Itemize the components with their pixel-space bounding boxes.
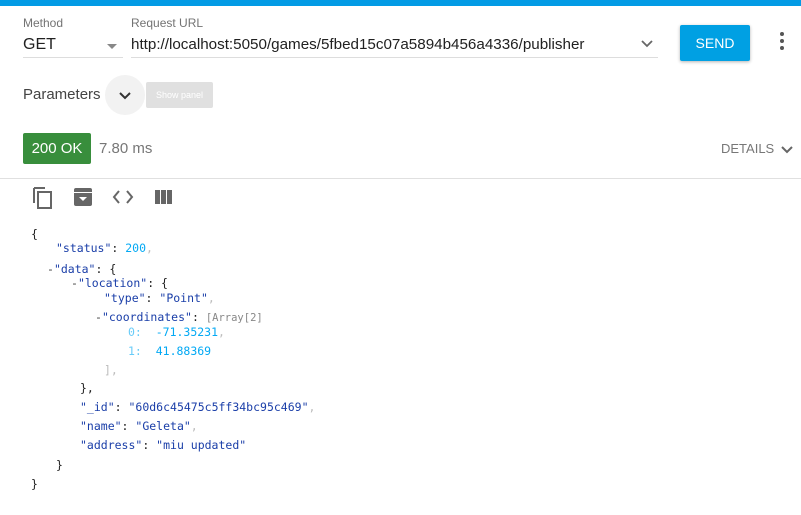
- json-value: 41.88369: [155, 344, 212, 358]
- send-button[interactable]: SEND: [680, 25, 750, 61]
- json-key: "name": [80, 419, 122, 433]
- chevron-down-icon[interactable]: [640, 39, 654, 49]
- collapse-toggle[interactable]: -: [47, 262, 54, 276]
- chevron-down-icon: [781, 145, 793, 153]
- parameters-toggle-button[interactable]: [105, 75, 145, 115]
- json-key: "coordinates": [101, 310, 192, 324]
- copy-icon[interactable]: [32, 186, 54, 210]
- details-label: DETAILS: [721, 141, 775, 156]
- response-time: 7.80 ms: [99, 140, 153, 157]
- url-input[interactable]: http://localhost:5050/games/5fbed15c07a5…: [131, 36, 658, 58]
- dropdown-arrow-icon: [107, 44, 117, 49]
- json-key: "address": [80, 438, 143, 452]
- url-value: http://localhost:5050/games/5fbed15c07a5…: [131, 36, 585, 53]
- top-accent-bar: [0, 0, 801, 6]
- chevron-down-icon: [119, 92, 131, 100]
- json-value: "Geleta": [135, 419, 191, 433]
- json-bracket: ],: [104, 363, 118, 377]
- json-response-viewer: { "status": 200, -"data": { -"location":…: [31, 227, 316, 491]
- json-key: "location": [77, 276, 148, 290]
- code-icon[interactable]: [112, 189, 134, 205]
- method-label: Method: [23, 16, 64, 30]
- json-key: "status": [56, 241, 112, 255]
- more-options-icon[interactable]: [776, 32, 788, 54]
- json-key: "_id": [80, 400, 115, 414]
- array-index: 1:: [128, 344, 142, 358]
- method-value: GET: [23, 36, 56, 53]
- parameters-label: Parameters: [23, 86, 101, 103]
- json-value: 200: [125, 241, 147, 255]
- array-meta: [Array[2]: [205, 312, 263, 324]
- json-brace: },: [80, 381, 94, 395]
- columns-icon[interactable]: [154, 189, 173, 205]
- collapse-toggle[interactable]: -: [95, 310, 102, 324]
- json-key: "data": [53, 262, 96, 276]
- archive-icon[interactable]: [73, 187, 93, 207]
- json-value: "Point": [159, 291, 208, 305]
- json-brace: }: [31, 477, 38, 491]
- json-value: "miu updated": [156, 438, 247, 452]
- status-badge: 200 OK: [23, 133, 91, 164]
- json-brace: {: [31, 227, 38, 241]
- json-brace: }: [56, 458, 63, 472]
- url-label: Request URL: [131, 16, 204, 30]
- collapse-toggle[interactable]: -: [71, 276, 78, 290]
- divider: [0, 178, 801, 179]
- json-value: -71.35231: [155, 325, 219, 339]
- json-value: "60d6c45475c5ff34bc95c469": [128, 400, 309, 414]
- show-panel-button[interactable]: Show panel: [146, 82, 213, 108]
- method-select[interactable]: GET: [23, 36, 123, 58]
- details-button[interactable]: DETAILS: [721, 141, 794, 156]
- json-key: "type": [104, 291, 146, 305]
- array-index: 0:: [128, 325, 142, 339]
